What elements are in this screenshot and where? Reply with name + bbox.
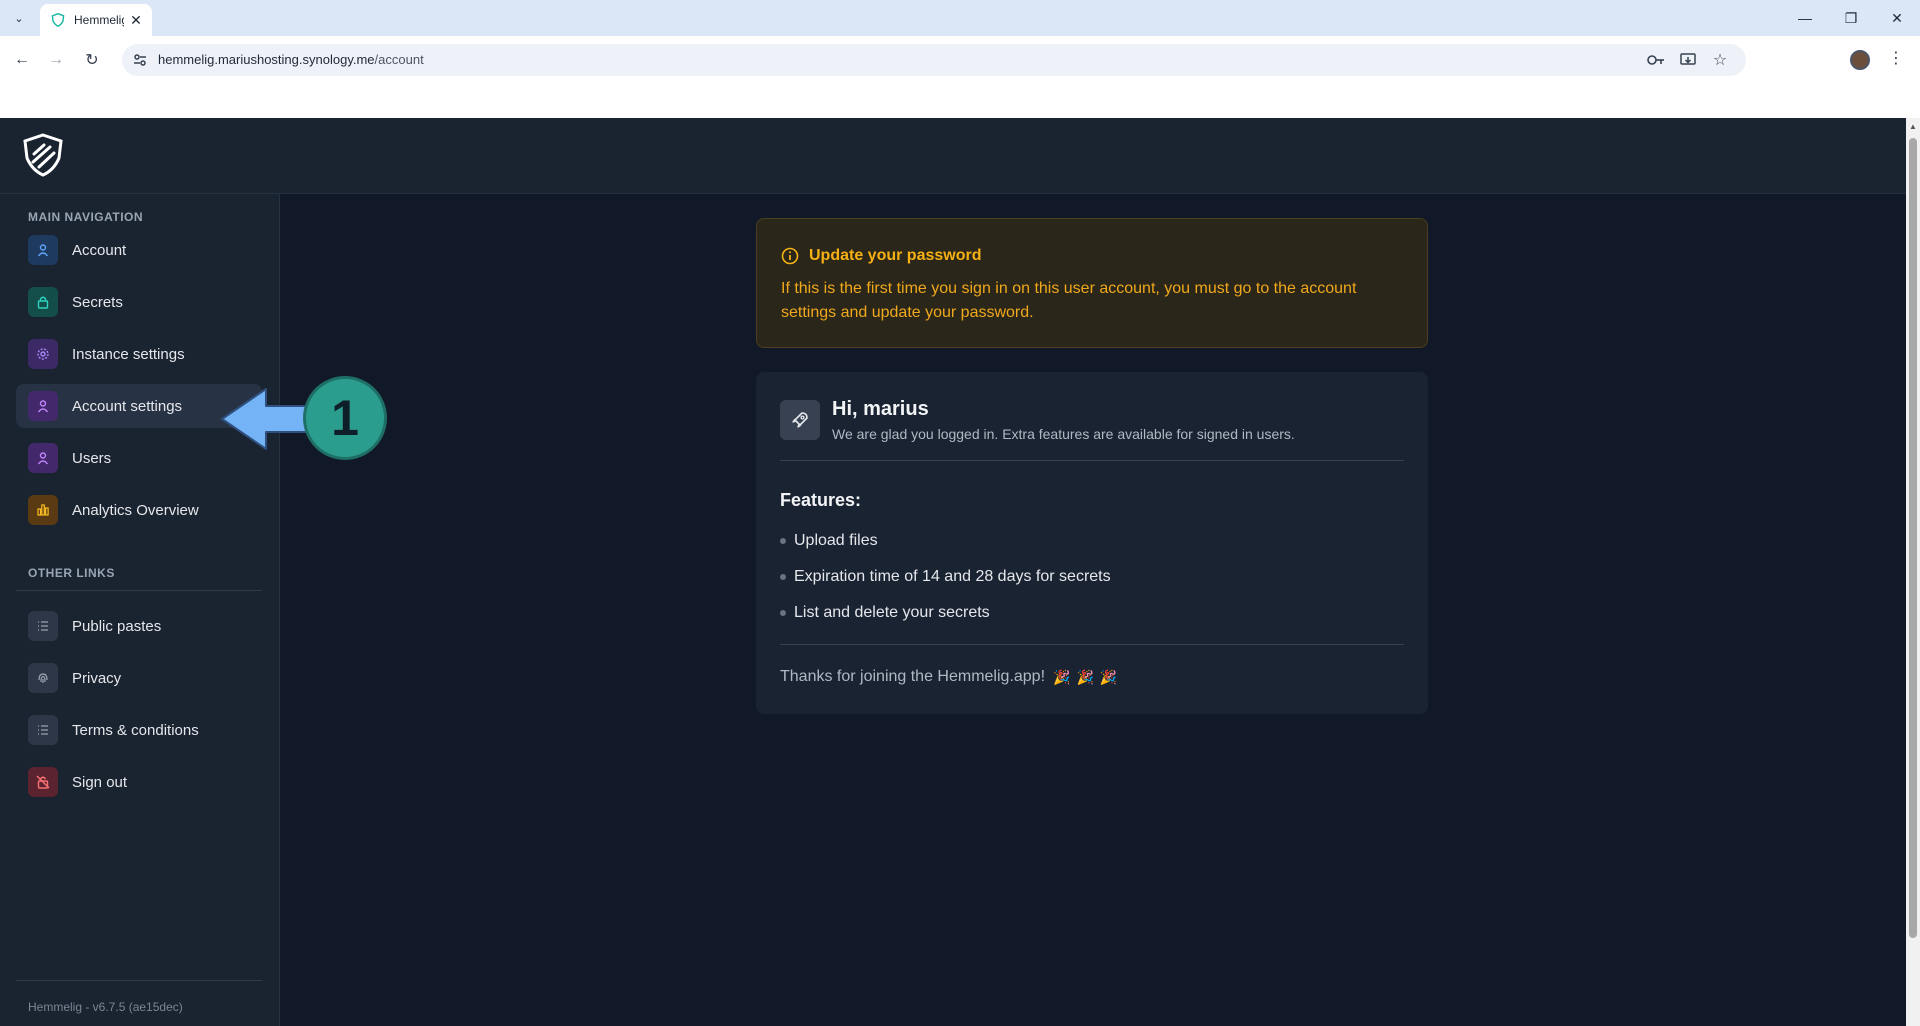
url-host: hemmelig.mariushosting.synology.me	[158, 52, 375, 67]
feature-item: List and delete your secrets	[780, 604, 990, 622]
sidebar-item-label: Public pastes	[72, 617, 162, 635]
profile-avatar[interactable]	[1850, 50, 1870, 70]
list-icon	[28, 611, 58, 641]
sidebar-footer-divider	[16, 980, 262, 981]
sidebar-item-sign-out[interactable]: Sign out	[16, 760, 262, 804]
version-label: Hemmelig - v6.7.5 (ae15dec)	[28, 1000, 183, 1014]
fingerprint-icon	[28, 663, 58, 693]
install-app-icon[interactable]	[1678, 50, 1698, 70]
rocket-icon	[780, 400, 820, 440]
alert-title: Update your password	[809, 247, 982, 264]
feature-item: Expiration time of 14 and 28 days for se…	[780, 568, 1111, 586]
main-navigation-label: MAIN NAVIGATION	[28, 210, 144, 224]
bookmark-bar	[0, 84, 1920, 118]
user-icon	[28, 443, 58, 473]
other-links-label: OTHER LINKS	[28, 566, 115, 580]
lock-icon	[28, 287, 58, 317]
app-header	[0, 118, 1906, 194]
sidebar-item-label: Account	[72, 241, 127, 259]
sidebar-item-analytics-overview[interactable]: Analytics Overview	[16, 488, 262, 532]
bullet	[780, 574, 786, 580]
sidebar-item-privacy[interactable]: Privacy	[16, 656, 262, 700]
step-number-badge: 1	[303, 376, 387, 460]
sidebar-item-secrets[interactable]: Secrets	[16, 280, 262, 324]
features-title: Features:	[780, 490, 862, 510]
tab-search-button[interactable]: ⌄	[6, 6, 32, 30]
greeting-subtitle: We are glad you logged in. Extra feature…	[832, 426, 1295, 442]
browser-tab[interactable]: Hemmelig ✕	[40, 4, 152, 36]
site-info-icon[interactable]	[132, 52, 148, 68]
sidebar-item-public-pastes[interactable]: Public pastes	[16, 604, 262, 648]
user-icon	[28, 235, 58, 265]
bullet	[780, 610, 786, 616]
close-window-icon[interactable]: ✕	[1874, 0, 1920, 36]
forward-icon[interactable]: →	[44, 48, 68, 72]
page-scrollbar[interactable]: ▲	[1906, 118, 1920, 1026]
url-path: /account	[374, 52, 424, 67]
sidebar-item-label: Instance settings	[72, 345, 185, 363]
tab-title: Hemmelig	[74, 13, 124, 27]
bar-chart-icon	[28, 495, 58, 525]
alert-text: If this is the first time you sign in on…	[781, 280, 1357, 321]
thanks-message: Thanks for joining the Hemmelig.app! 🎉🎉🎉	[780, 668, 1123, 686]
bookmark-star-icon[interactable]: ☆	[1710, 50, 1730, 70]
browser-toolbar: ← → ↻ hemmelig.mariushosting.synology.me…	[0, 36, 1920, 84]
browser-menu-icon[interactable]: ⋮	[1888, 48, 1904, 68]
lock-off-icon	[28, 767, 58, 797]
sidebar-divider	[16, 590, 262, 591]
update-password-alert: Update your password If this is the firs…	[756, 218, 1428, 348]
feature-item: Upload files	[780, 532, 878, 550]
card-divider	[780, 460, 1404, 461]
url-text[interactable]: hemmelig.mariushosting.synology.me/accou…	[158, 52, 424, 67]
sidebar-item-instance-settings[interactable]: Instance settings	[16, 332, 262, 376]
restore-icon[interactable]: ❐	[1828, 0, 1874, 36]
tab-close-icon[interactable]: ✕	[128, 12, 144, 29]
feature-text: List and delete your secrets	[794, 604, 990, 621]
sidebar-item-account[interactable]: Account	[16, 228, 262, 272]
hemmelig-favicon-icon	[50, 12, 66, 28]
main-content: Update your password If this is the firs…	[280, 194, 1906, 1026]
sidebar-item-terms-conditions[interactable]: Terms & conditions	[16, 708, 262, 752]
minimize-icon[interactable]: —	[1782, 0, 1828, 36]
password-key-icon[interactable]	[1646, 50, 1666, 70]
party-popper-icon: 🎉🎉🎉	[1053, 668, 1124, 685]
sidebar-item-label: Secrets	[72, 293, 123, 311]
welcome-card: Hi, marius We are glad you logged in. Ex…	[756, 372, 1428, 714]
bullet	[780, 538, 786, 544]
card-divider	[780, 644, 1404, 645]
sidebar: MAIN NAVIGATION Account Secrets Instance…	[0, 194, 280, 1026]
reload-icon[interactable]: ↻	[80, 48, 104, 72]
gear-icon	[28, 339, 58, 369]
feature-text: Expiration time of 14 and 28 days for se…	[794, 568, 1111, 585]
list-icon	[28, 715, 58, 745]
sidebar-item-label: Users	[72, 449, 112, 467]
thanks-text: Thanks for joining the Hemmelig.app!	[780, 668, 1046, 685]
sidebar-item-label: Privacy	[72, 669, 122, 687]
feature-text: Upload files	[794, 532, 878, 549]
scroll-up-icon[interactable]: ▲	[1909, 122, 1917, 131]
address-bar[interactable]: hemmelig.mariushosting.synology.me/accou…	[122, 44, 1746, 76]
user-icon	[28, 391, 58, 421]
sidebar-item-label: Analytics Overview	[72, 501, 199, 519]
sidebar-item-label: Sign out	[72, 773, 128, 791]
sidebar-item-label: Account settings	[72, 397, 183, 415]
back-icon[interactable]: ←	[10, 48, 34, 72]
browser-tab-bar: ⌄ Hemmelig ✕ — ❐ ✕	[0, 0, 1920, 36]
scrollbar-thumb[interactable]	[1909, 138, 1917, 938]
greeting-title: Hi, marius	[832, 398, 929, 420]
hemmelig-logo-icon[interactable]	[20, 132, 66, 178]
info-icon	[781, 247, 799, 265]
sidebar-item-label: Terms & conditions	[72, 721, 199, 739]
